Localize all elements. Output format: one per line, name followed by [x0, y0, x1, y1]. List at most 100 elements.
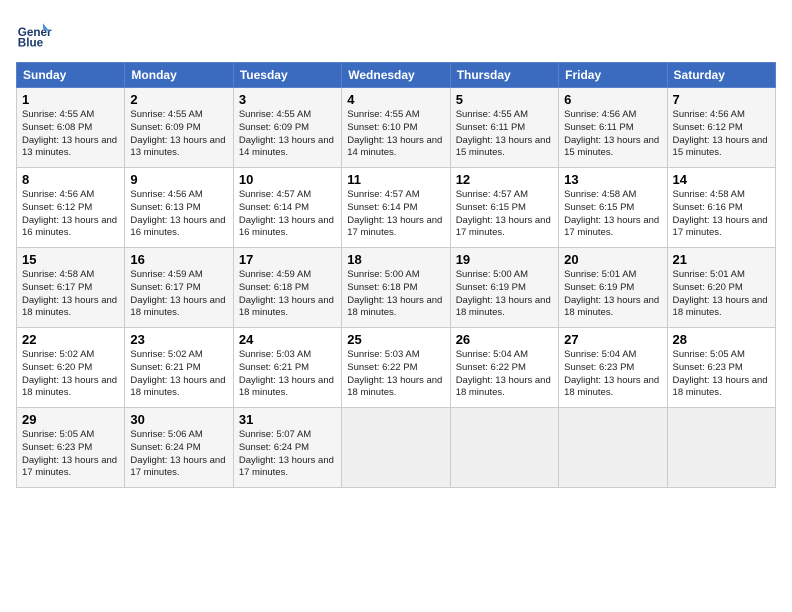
day-number: 31: [239, 412, 336, 427]
day-number: 23: [130, 332, 227, 347]
day-info: Sunrise: 5:02 AMSunset: 6:20 PMDaylight:…: [22, 349, 119, 400]
day-number: 22: [22, 332, 119, 347]
day-info: Sunrise: 5:03 AMSunset: 6:22 PMDaylight:…: [347, 349, 444, 400]
day-info: Sunrise: 5:07 AMSunset: 6:24 PMDaylight:…: [239, 429, 336, 480]
column-header-wednesday: Wednesday: [342, 63, 450, 88]
day-info: Sunrise: 4:58 AMSunset: 6:15 PMDaylight:…: [564, 189, 661, 240]
day-info: Sunrise: 4:57 AMSunset: 6:14 PMDaylight:…: [239, 189, 336, 240]
calendar-cell: 1 Sunrise: 4:55 AMSunset: 6:08 PMDaylight…: [17, 88, 125, 168]
day-number: 9: [130, 172, 227, 187]
day-number: 7: [673, 92, 770, 107]
calendar-week-3: 15 Sunrise: 4:58 AMSunset: 6:17 PMDayligh…: [17, 248, 776, 328]
day-info: Sunrise: 4:56 AMSunset: 6:12 PMDaylight:…: [673, 109, 770, 160]
calendar-cell: 7 Sunrise: 4:56 AMSunset: 6:12 PMDaylight…: [667, 88, 775, 168]
calendar-cell: 15 Sunrise: 4:58 AMSunset: 6:17 PMDayligh…: [17, 248, 125, 328]
day-number: 16: [130, 252, 227, 267]
day-info: Sunrise: 4:58 AMSunset: 6:17 PMDaylight:…: [22, 269, 119, 320]
calendar-week-1: 1 Sunrise: 4:55 AMSunset: 6:08 PMDaylight…: [17, 88, 776, 168]
day-number: 17: [239, 252, 336, 267]
calendar-cell: 16 Sunrise: 4:59 AMSunset: 6:17 PMDayligh…: [125, 248, 233, 328]
day-number: 1: [22, 92, 119, 107]
calendar-cell: 5 Sunrise: 4:55 AMSunset: 6:11 PMDaylight…: [450, 88, 558, 168]
day-number: 8: [22, 172, 119, 187]
day-number: 14: [673, 172, 770, 187]
day-number: 5: [456, 92, 553, 107]
day-info: Sunrise: 4:55 AMSunset: 6:08 PMDaylight:…: [22, 109, 119, 160]
day-info: Sunrise: 4:55 AMSunset: 6:11 PMDaylight:…: [456, 109, 553, 160]
svg-text:Blue: Blue: [18, 37, 44, 50]
calendar-cell: 23 Sunrise: 5:02 AMSunset: 6:21 PMDayligh…: [125, 328, 233, 408]
calendar-week-5: 29 Sunrise: 5:05 AMSunset: 6:23 PMDayligh…: [17, 408, 776, 488]
day-number: 25: [347, 332, 444, 347]
calendar-cell: 20Sunrise: 5:01 AMSunset: 6:19 PMDayligh…: [559, 248, 667, 328]
day-number: 29: [22, 412, 119, 427]
day-info: Sunrise: 5:02 AMSunset: 6:21 PMDaylight:…: [130, 349, 227, 400]
calendar-cell: 28 Sunrise: 5:05 AMSunset: 6:23 PMDayligh…: [667, 328, 775, 408]
calendar-cell: 10 Sunrise: 4:57 AMSunset: 6:14 PMDayligh…: [233, 168, 341, 248]
calendar-cell: 27Sunrise: 5:04 AMSunset: 6:23 PMDayligh…: [559, 328, 667, 408]
day-info: Sunrise: 5:00 AMSunset: 6:19 PMDaylight:…: [456, 269, 553, 320]
calendar-cell: [342, 408, 450, 488]
day-info: Sunrise: 4:59 AMSunset: 6:18 PMDaylight:…: [239, 269, 336, 320]
day-number: 30: [130, 412, 227, 427]
day-number: 19: [456, 252, 553, 267]
day-info: Sunrise: 4:57 AMSunset: 6:15 PMDaylight:…: [456, 189, 553, 240]
calendar-week-4: 22 Sunrise: 5:02 AMSunset: 6:20 PMDayligh…: [17, 328, 776, 408]
calendar-cell: 8 Sunrise: 4:56 AMSunset: 6:12 PMDaylight…: [17, 168, 125, 248]
day-number: 6: [564, 92, 661, 107]
calendar-week-2: 8 Sunrise: 4:56 AMSunset: 6:12 PMDaylight…: [17, 168, 776, 248]
day-number: 28: [673, 332, 770, 347]
calendar-cell: 18Sunrise: 5:00 AMSunset: 6:18 PMDayligh…: [342, 248, 450, 328]
calendar-cell: 19 Sunrise: 5:00 AMSunset: 6:19 PMDayligh…: [450, 248, 558, 328]
calendar-cell: [450, 408, 558, 488]
calendar-cell: 6Sunrise: 4:56 AMSunset: 6:11 PMDaylight…: [559, 88, 667, 168]
day-number: 13: [564, 172, 661, 187]
day-info: Sunrise: 5:01 AMSunset: 6:20 PMDaylight:…: [673, 269, 770, 320]
calendar-cell: [667, 408, 775, 488]
calendar-cell: 30 Sunrise: 5:06 AMSunset: 6:24 PMDayligh…: [125, 408, 233, 488]
day-number: 18: [347, 252, 444, 267]
calendar-cell: [559, 408, 667, 488]
day-number: 24: [239, 332, 336, 347]
logo: General Blue: [16, 16, 52, 52]
day-number: 27: [564, 332, 661, 347]
calendar-cell: 31 Sunrise: 5:07 AMSunset: 6:24 PMDayligh…: [233, 408, 341, 488]
page-header: General Blue: [16, 16, 776, 52]
column-header-tuesday: Tuesday: [233, 63, 341, 88]
calendar-cell: 17 Sunrise: 4:59 AMSunset: 6:18 PMDayligh…: [233, 248, 341, 328]
day-number: 11: [347, 172, 444, 187]
column-header-friday: Friday: [559, 63, 667, 88]
calendar-cell: 24Sunrise: 5:03 AMSunset: 6:21 PMDayligh…: [233, 328, 341, 408]
day-info: Sunrise: 4:55 AMSunset: 6:10 PMDaylight:…: [347, 109, 444, 160]
calendar-cell: 22 Sunrise: 5:02 AMSunset: 6:20 PMDayligh…: [17, 328, 125, 408]
logo-icon: General Blue: [16, 16, 52, 52]
day-info: Sunrise: 4:56 AMSunset: 6:12 PMDaylight:…: [22, 189, 119, 240]
day-info: Sunrise: 4:59 AMSunset: 6:17 PMDaylight:…: [130, 269, 227, 320]
day-number: 10: [239, 172, 336, 187]
calendar-cell: 29 Sunrise: 5:05 AMSunset: 6:23 PMDayligh…: [17, 408, 125, 488]
day-info: Sunrise: 5:05 AMSunset: 6:23 PMDaylight:…: [22, 429, 119, 480]
calendar-cell: 11Sunrise: 4:57 AMSunset: 6:14 PMDayligh…: [342, 168, 450, 248]
day-number: 15: [22, 252, 119, 267]
day-info: Sunrise: 5:06 AMSunset: 6:24 PMDaylight:…: [130, 429, 227, 480]
day-info: Sunrise: 5:04 AMSunset: 6:22 PMDaylight:…: [456, 349, 553, 400]
calendar-cell: 4 Sunrise: 4:55 AMSunset: 6:10 PMDaylight…: [342, 88, 450, 168]
calendar-table: SundayMondayTuesdayWednesdayThursdayFrid…: [16, 62, 776, 488]
day-info: Sunrise: 4:55 AMSunset: 6:09 PMDaylight:…: [239, 109, 336, 160]
column-header-saturday: Saturday: [667, 63, 775, 88]
day-info: Sunrise: 5:05 AMSunset: 6:23 PMDaylight:…: [673, 349, 770, 400]
calendar-cell: 14Sunrise: 4:58 AMSunset: 6:16 PMDayligh…: [667, 168, 775, 248]
calendar-cell: 25 Sunrise: 5:03 AMSunset: 6:22 PMDayligh…: [342, 328, 450, 408]
day-number: 12: [456, 172, 553, 187]
calendar-cell: 26 Sunrise: 5:04 AMSunset: 6:22 PMDayligh…: [450, 328, 558, 408]
calendar-cell: 2Sunrise: 4:55 AMSunset: 6:09 PMDaylight…: [125, 88, 233, 168]
day-number: 2: [130, 92, 227, 107]
day-info: Sunrise: 5:01 AMSunset: 6:19 PMDaylight:…: [564, 269, 661, 320]
day-number: 4: [347, 92, 444, 107]
day-number: 21: [673, 252, 770, 267]
day-number: 3: [239, 92, 336, 107]
calendar-cell: 9 Sunrise: 4:56 AMSunset: 6:13 PMDaylight…: [125, 168, 233, 248]
calendar-cell: 13 Sunrise: 4:58 AMSunset: 6:15 PMDayligh…: [559, 168, 667, 248]
day-number: 26: [456, 332, 553, 347]
day-info: Sunrise: 4:56 AMSunset: 6:13 PMDaylight:…: [130, 189, 227, 240]
